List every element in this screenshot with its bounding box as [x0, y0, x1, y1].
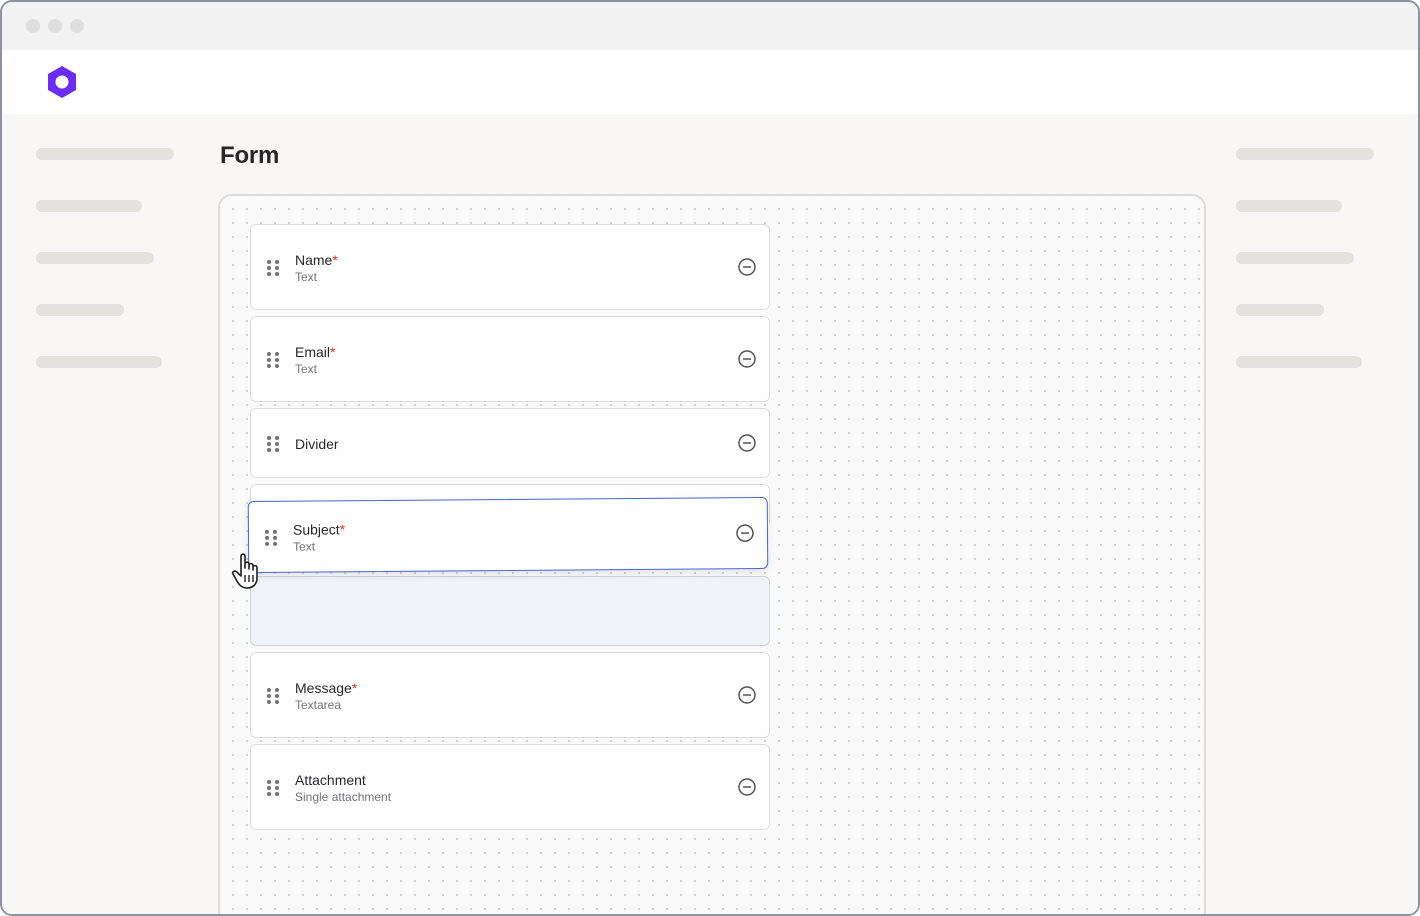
- remove-circle-icon[interactable]: [737, 777, 757, 797]
- field-label: Subject: [292, 521, 340, 538]
- field-label-group: Attachment Single attachment: [295, 772, 391, 804]
- field-label: Message: [295, 680, 352, 696]
- sidebar-placeholder-line: [1236, 200, 1342, 212]
- remove-circle-icon[interactable]: [737, 257, 757, 277]
- form-builder-canvas[interactable]: Name* Text Email* Text Divider Subject* …: [218, 194, 1206, 914]
- required-marker: *: [332, 252, 338, 268]
- drag-handle-icon[interactable]: [265, 779, 281, 797]
- sidebar-placeholder-line: [1236, 148, 1374, 160]
- field-label: Divider: [295, 436, 339, 452]
- form-field-name[interactable]: Name* Text: [250, 224, 770, 310]
- field-type: Textarea: [295, 698, 342, 712]
- window-maximize-button[interactable]: [70, 19, 84, 33]
- field-label-group: Subject* Text: [293, 521, 345, 553]
- remove-circle-icon[interactable]: [737, 349, 757, 369]
- field-label-group: Divider: [295, 436, 339, 452]
- drag-handle-icon[interactable]: [265, 435, 281, 453]
- app-window: Form Name* Text Email* Text Divider Subj…: [0, 0, 1420, 916]
- drag-handle-icon[interactable]: [265, 687, 281, 705]
- sidebar-placeholder-line: [1236, 304, 1324, 316]
- field-label: Attachment: [295, 772, 366, 788]
- sidebar-placeholder-line: [36, 356, 162, 368]
- required-marker: *: [330, 344, 336, 360]
- remove-circle-icon[interactable]: [737, 685, 757, 705]
- form-field-subject-dragging[interactable]: Subject* Text: [247, 496, 769, 574]
- field-type: Single attachment: [295, 790, 392, 804]
- field-label: Name: [295, 252, 333, 268]
- required-marker: *: [339, 521, 346, 538]
- sidebar-placeholder-line: [1236, 252, 1354, 264]
- field-type: Text: [295, 270, 318, 284]
- form-field-attachment[interactable]: Attachment Single attachment: [250, 744, 770, 830]
- sidebar-placeholder-line: [36, 252, 154, 264]
- sidebar-placeholder-line: [36, 304, 124, 316]
- window-close-button[interactable]: [26, 19, 40, 33]
- remove-circle-icon[interactable]: [735, 523, 755, 543]
- app-header: [2, 50, 1418, 114]
- field-type: Text: [293, 539, 316, 554]
- field-type: Text: [295, 362, 318, 376]
- sidebar-placeholder-line: [1236, 356, 1362, 368]
- window-minimize-button[interactable]: [48, 19, 62, 33]
- grab-hand-cursor-icon: [231, 553, 258, 589]
- drop-target-zone[interactable]: [250, 576, 770, 646]
- field-label-group: Email* Text: [295, 344, 335, 376]
- sidebar-placeholder-line: [36, 148, 174, 160]
- drag-handle-icon[interactable]: [265, 259, 281, 277]
- form-field-email[interactable]: Email* Text: [250, 316, 770, 402]
- page-title: Form: [220, 142, 280, 169]
- field-label-group: Name* Text: [295, 252, 338, 284]
- remove-circle-icon[interactable]: [737, 433, 757, 453]
- field-label-group: Message* Textarea: [295, 680, 357, 712]
- drag-handle-icon[interactable]: [265, 351, 281, 369]
- form-field-message[interactable]: Message* Textarea: [250, 652, 770, 738]
- sidebar-placeholder-line: [36, 200, 142, 212]
- hexagon-logo-icon[interactable]: [44, 64, 80, 100]
- main-content: Form Name* Text Email* Text Divider Subj…: [2, 114, 1418, 914]
- field-label: Email: [295, 344, 331, 360]
- title-bar: [2, 2, 1418, 50]
- form-field-divider[interactable]: Divider: [250, 408, 770, 478]
- drag-handle-icon[interactable]: [263, 529, 279, 547]
- required-marker: *: [351, 680, 358, 696]
